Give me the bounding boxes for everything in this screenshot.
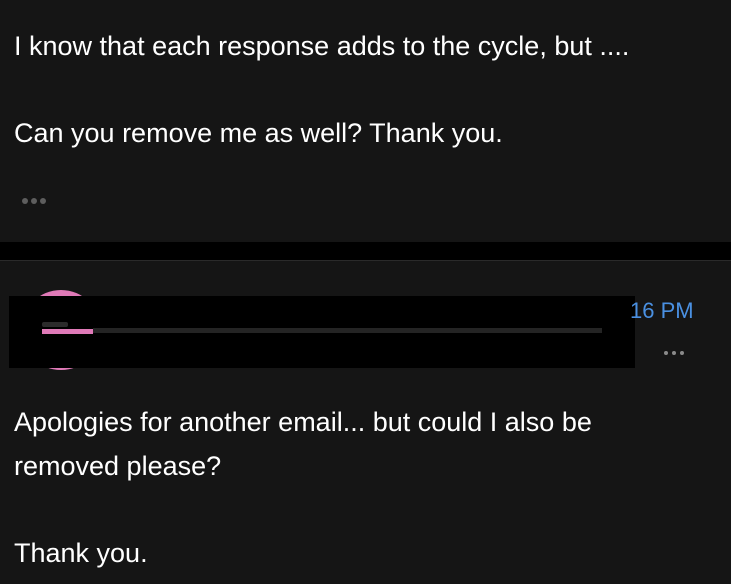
- avatar-peek: [42, 329, 93, 334]
- message-body-line: Apologies for another email... but could…: [14, 407, 592, 437]
- ellipsis-icon: [680, 351, 684, 355]
- redaction-artifact: [42, 322, 68, 327]
- ellipsis-icon: [40, 198, 46, 204]
- message-body-line: I know that each response adds to the cy…: [14, 31, 630, 61]
- ellipsis-icon: [664, 351, 668, 355]
- ellipsis-icon: [31, 198, 37, 204]
- redaction-artifact: [93, 328, 602, 333]
- message-body-line: Can you remove me as well? Thank you.: [14, 118, 503, 148]
- message-separator: [0, 242, 731, 261]
- message-body-line: Thank you.: [14, 538, 148, 568]
- show-trimmed-content-button[interactable]: [20, 196, 48, 206]
- message-body-line: removed please?: [14, 451, 222, 481]
- message-timestamp: 16 PM: [630, 298, 694, 323]
- ellipsis-icon: [672, 351, 676, 355]
- message-more-options-button[interactable]: [664, 351, 684, 355]
- email-message-previous[interactable]: I know that each response adds to the cy…: [0, 0, 731, 242]
- ellipsis-icon: [22, 198, 28, 204]
